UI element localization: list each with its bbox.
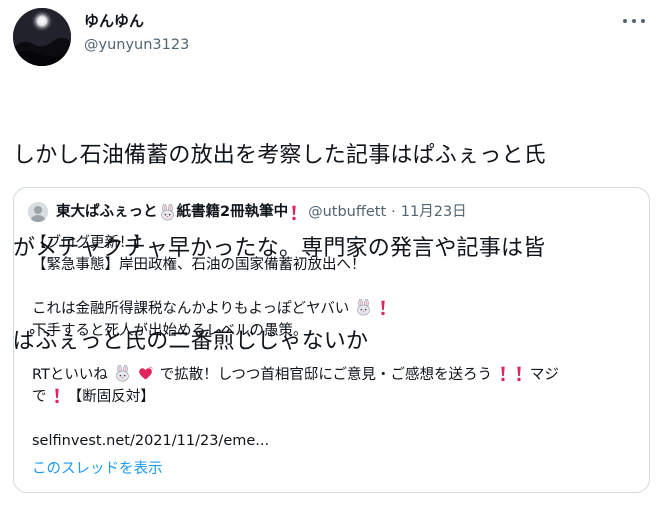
red-exclamation-emoji: [55, 388, 59, 404]
quoted-body: 【ブログ更新！】 【緊急事態】岸田政権、石油の国家備蓄初放出へ！ これは金融所得…: [32, 232, 637, 408]
quoted-line: 【緊急事態】岸田政権、石油の国家備蓄初放出へ！: [32, 257, 366, 273]
quoted-author-handle[interactable]: @utbuffett: [308, 202, 386, 222]
quoted-author-name[interactable]: 東大ぱふぇっと: [56, 202, 158, 222]
quoted-text: これは金融所得課税なんかよりもよっぽどヤバい: [32, 301, 350, 317]
quoted-author-name-suffix[interactable]: 紙書籍2冊執筆中: [177, 202, 289, 222]
rabbit-emoji: [160, 203, 174, 220]
show-thread-link[interactable]: このスレッドを表示: [32, 458, 163, 480]
quoted-text: で拡散！しつつ首相官邸にご意見・ご感想を送ろう: [159, 367, 493, 383]
red-exclamation-emoji: [500, 366, 505, 382]
quoted-date[interactable]: 11月23日: [401, 202, 467, 222]
quoted-line: で 【断固反対】: [32, 386, 637, 408]
tweet-line: しかし石油備蓄の放出を考察した記事はぱふぇっと氏: [13, 143, 546, 168]
author-handle[interactable]: @yunyun3123: [84, 36, 189, 54]
more-options-icon[interactable]: [623, 14, 645, 28]
quoted-line: 下手すると死人が出始めるレベルの愚策。: [32, 323, 308, 339]
quoted-line: これは金融所得課税なんかよりもよっぽどヤバい: [32, 298, 637, 320]
red-exclamation-emoji: [517, 366, 521, 382]
quoted-text: マジ: [529, 367, 559, 383]
quoted-text: RTといいね: [32, 367, 108, 383]
separator-dot: ·: [391, 204, 396, 220]
red-exclamation-emoji: [292, 205, 296, 220]
quoted-text: 【断固反対】: [67, 389, 155, 405]
quoted-author-avatar[interactable]: [28, 202, 48, 222]
quoted-line: RTといいね で拡散！しつつ首相官邸にご意見・ご感想を送ろう マジ: [32, 364, 637, 386]
quoted-line: 【ブログ更新！】: [32, 235, 148, 251]
red-exclamation-emoji: [381, 300, 386, 316]
quoted-header: 東大ぱふぇっと 紙書籍2冊執筆中 @utbuffett · 11月23日: [56, 202, 467, 222]
quoted-tweet[interactable]: 東大ぱふぇっと 紙書籍2冊執筆中 @utbuffett · 11月23日 【ブロ…: [13, 187, 650, 493]
rabbit-emoji: [115, 365, 129, 382]
quoted-text: で: [32, 389, 47, 405]
rabbit-emoji: [357, 299, 370, 316]
author-avatar[interactable]: [13, 8, 71, 66]
quoted-link[interactable]: selfinvest.net/2021/11/23/eme...: [32, 430, 269, 452]
author-display-name[interactable]: ゆんゆん: [84, 12, 144, 30]
heart-emoji: [139, 366, 153, 380]
